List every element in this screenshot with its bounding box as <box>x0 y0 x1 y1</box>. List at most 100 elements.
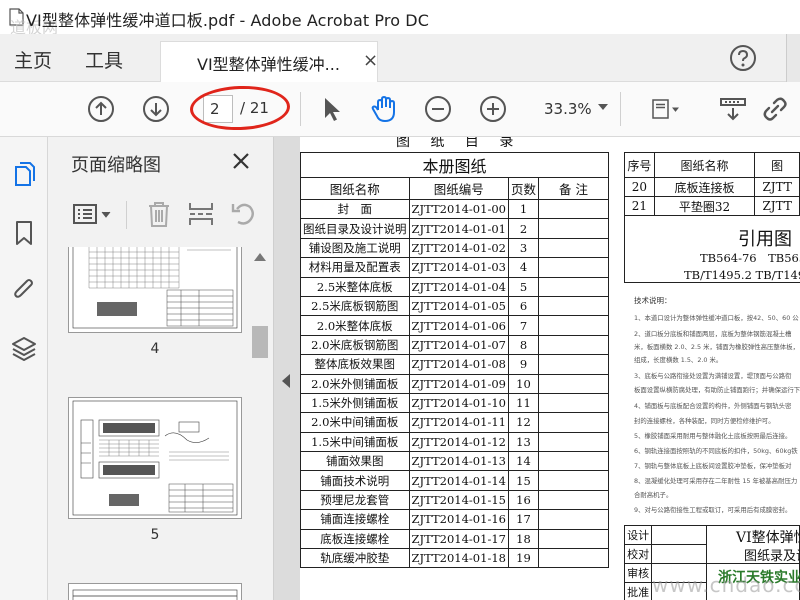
close-tab-icon[interactable]: × <box>363 50 378 71</box>
table-cell: 19 <box>507 548 539 569</box>
table-caption: 本册图纸 <box>300 152 609 178</box>
thumbnail-page-5-image <box>72 400 238 516</box>
close-icon[interactable] <box>230 150 252 172</box>
table-row: 2.0米中间铺面板 ZJTT2014-01-11 12 <box>300 412 609 433</box>
table-cell <box>537 237 609 259</box>
table-cell <box>537 276 609 297</box>
table-cell: 图纸目录及设计说明 <box>300 218 410 239</box>
title-bar: 道板网 VI型整体弹性缓冲道口板.pdf - Adobe Acrobat Pro… <box>0 0 800 37</box>
scroll-mode-icon[interactable] <box>718 94 748 124</box>
table-cell: 2 <box>507 218 539 239</box>
scroll-up-icon[interactable] <box>254 253 266 261</box>
thumbnail-page-number: 5 <box>150 527 160 543</box>
note-line: 9、对与公路衔接性工程或取订，可采用后有成膜密封。 <box>634 506 792 514</box>
table-cell: ZJTT2014-01-16 <box>408 509 509 530</box>
note-line: 1、本道口设计为整体弹性缓冲道口板，按42、50、60 公 <box>634 314 799 322</box>
table-cell: ZJTT2014-01-00 <box>408 198 509 220</box>
thumbnail-page-6-image <box>72 589 238 600</box>
page-thumbnails-panel: 页面缩略图 4 5 <box>48 137 274 600</box>
thumbnail-page-5[interactable] <box>68 397 242 519</box>
column-header: 备 注 <box>537 177 609 200</box>
page-thumbnails-icon[interactable] <box>10 161 38 189</box>
note-line: 组成，长度横数 1.5、2.0 米。 <box>634 356 723 364</box>
table-cell: 2.0米底板钢筋图 <box>300 334 410 356</box>
column-header: 页数 <box>507 177 539 200</box>
rotate-icon[interactable] <box>228 199 258 229</box>
prev-page-icon[interactable] <box>86 94 116 124</box>
column-header: 图纸名称 <box>653 152 756 178</box>
table-cell <box>537 431 609 453</box>
thumbnail-list[interactable]: 4 5 <box>48 247 274 600</box>
drawing-index-table: 本册图纸 图纸名称 图纸编号 页数 备 注 封 面 ZJTT2014-01-00 1… <box>300 152 609 569</box>
table-cell <box>537 373 609 394</box>
layers-icon[interactable] <box>10 334 38 362</box>
thumbnail-page-4[interactable] <box>68 247 242 333</box>
thumbnail-options-icon[interactable] <box>72 199 114 229</box>
table-cell: ZJTT2014-01-05 <box>408 295 509 317</box>
column-header: 图 <box>754 152 800 178</box>
table-cell <box>537 412 609 433</box>
zoom-in-icon[interactable] <box>478 94 508 124</box>
attachment-icon[interactable] <box>10 275 38 303</box>
table-cell <box>537 392 609 414</box>
table-cell: 材料用量及配置表 <box>300 257 410 278</box>
drawing-name: 图纸录及设 <box>744 549 800 564</box>
help-icon[interactable] <box>729 44 757 72</box>
title-block-label: 审核 <box>623 563 653 583</box>
table-cell <box>537 509 609 530</box>
table-cell: ZJTT2014-01-17 <box>408 528 509 550</box>
bookmark-icon[interactable] <box>10 219 38 247</box>
table-row: 铺面连接螺栓 ZJTT2014-01-16 17 <box>300 509 609 530</box>
tab-tools[interactable]: 工具 <box>85 46 123 73</box>
note-line: 8、混凝缓化处理可采用存在二年耐性 15 年被基高耐压力 <box>634 477 798 485</box>
section-title: 图 纸 目 录 <box>396 137 522 150</box>
tab-document[interactable]: VI型整体弹性缓冲... × <box>160 41 378 82</box>
pdf-page: 图 纸 目 录 本册图纸 图纸名称 图纸编号 页数 备 注 封 面 ZJTT201… <box>300 137 800 600</box>
table-cell: ZJTT2014-01-14 <box>408 470 509 491</box>
reference-title: 引用图 <box>738 229 792 250</box>
next-page-icon[interactable] <box>141 94 171 124</box>
table-cell: 17 <box>507 509 539 530</box>
zoom-level[interactable]: 33.3% <box>544 100 592 118</box>
extract-pages-icon[interactable] <box>186 199 216 229</box>
title-block-cell <box>651 544 707 564</box>
table-cell: 铺面技术说明 <box>300 470 410 491</box>
page-fit-icon[interactable] <box>650 94 680 124</box>
title-block-label: 批准 <box>623 582 653 600</box>
scrollbar-thumb[interactable] <box>252 326 268 358</box>
table-cell <box>537 528 609 550</box>
select-pointer-icon[interactable] <box>316 94 346 124</box>
table-cell: 11 <box>507 392 539 414</box>
thumbnail-scrollbar[interactable] <box>250 247 270 600</box>
table-cell: 铺设图及施工说明 <box>300 237 410 259</box>
table-row: 轨底缓冲胶垫 ZJTT2014-01-18 19 <box>300 548 609 569</box>
table-cell: 9 <box>507 354 539 375</box>
trash-icon[interactable] <box>144 199 174 229</box>
table-cell: 2.5米整体底板 <box>300 276 410 297</box>
table-row: 2.0米整体底板 ZJTT2014-01-06 7 <box>300 315 609 336</box>
table-cell: 18 <box>507 528 539 550</box>
table-row: 材料用量及配置表 ZJTT2014-01-03 4 <box>300 257 609 278</box>
table-cell: ZJTT2014-01-06 <box>408 315 509 336</box>
table-cell <box>537 198 609 220</box>
tab-document-label: VI型整体弹性缓冲... <box>197 55 340 74</box>
table-row: 1.5米中间铺面板 ZJTT2014-01-12 13 <box>300 431 609 453</box>
chevron-down-icon[interactable] <box>598 104 608 110</box>
site-watermark: www.cndao.com <box>652 573 800 597</box>
table-cell: 整体底板效果图 <box>300 354 410 375</box>
link-icon[interactable] <box>760 94 790 124</box>
drawing-name: VI整体弹性缓 <box>736 530 800 546</box>
zoom-out-icon[interactable] <box>423 94 453 124</box>
tab-home[interactable]: 主页 <box>14 46 52 73</box>
hand-tool-icon[interactable] <box>369 94 399 124</box>
table-cell: ZJTT2014-01-01 <box>408 218 509 239</box>
table-cell: 10 <box>507 373 539 394</box>
collapse-panel-icon[interactable] <box>282 374 290 388</box>
thumbnail-page-6[interactable] <box>68 583 242 600</box>
table-cell: 4 <box>507 257 539 278</box>
table-cell: 平垫圈32 <box>653 196 756 216</box>
table-cell <box>537 295 609 317</box>
table-cell <box>537 470 609 491</box>
document-viewer[interactable]: 图 纸 目 录 本册图纸 图纸名称 图纸编号 页数 备 注 封 面 ZJTT201… <box>274 137 800 600</box>
table-cell: ZJTT <box>754 196 800 216</box>
